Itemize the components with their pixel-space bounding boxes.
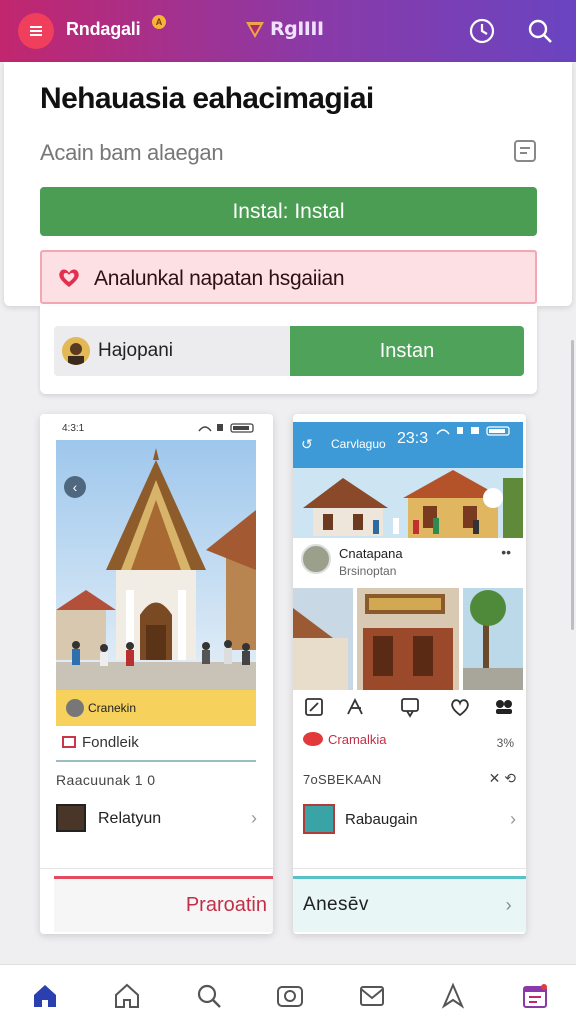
top-app-bar: Rndagali A RgIIII [0,0,576,62]
search-icon[interactable] [526,17,554,45]
home-filled-icon[interactable] [30,981,60,1011]
menu-icon [30,26,42,36]
section-label: 7oSBEKAAN [303,772,382,787]
tag-label: Fondleik [82,734,139,751]
preview-title: Carvlaguo [331,437,386,451]
status-time: 4:3:1 [62,423,85,434]
photo-grid[interactable] [293,588,523,690]
temple-photo: ‹ [56,440,256,690]
install-button[interactable]: Instal: Instal [40,187,537,236]
instan-button[interactable]: Instan [290,326,524,376]
choice-option-label: Hajopani [98,340,173,361]
section-actions-icon[interactable]: ✕ ⟲ [489,770,516,787]
alert-text: Analunkal napatan hsgaiian [94,267,345,290]
divider [56,760,256,762]
logo-text: RgIIII [270,18,324,40]
heart-icon [59,269,79,287]
install-subtitle: Acain bam alaegan [40,140,224,165]
tag-icon [303,732,323,746]
list-item[interactable]: Rabaugain › [303,804,518,836]
heart-icon[interactable] [449,696,471,718]
tag-people-icon[interactable] [345,696,367,718]
back-icon[interactable]: ↺ [301,436,313,453]
calendar-icon[interactable] [520,981,550,1011]
action-bar [293,694,523,722]
left-phone-preview[interactable]: 4:3:1 ‹ Cranekin Fondleik Raacuunak 1 0 … [40,414,273,934]
scrollbar[interactable] [571,340,574,630]
author-strip[interactable]: Cranekin [56,690,256,726]
tag-row[interactable]: Fondleik [62,734,139,751]
avatar [301,544,331,574]
status-icons [436,426,510,436]
preview-app-bar: 23:3 ↺ Carvlaguo [293,422,523,468]
status-bar: 4:3:1 [40,414,273,440]
post-subtitle: Brsinoptan [339,564,397,578]
tag-icon [62,736,76,748]
right-phone-preview[interactable]: 23:3 ↺ Carvlaguo Cnatapana Brsinoptan ••… [293,414,526,934]
app-name: Rndagali [66,19,141,39]
divider [293,868,526,869]
logo: RgIIII [244,18,324,40]
tag-row[interactable]: Cramalkia [303,732,387,747]
chevron-right-icon: › [510,809,516,829]
list-item[interactable]: Relatyun › [56,804,261,834]
list-thumbnail [56,804,86,832]
back-button[interactable]: ‹ [64,476,86,498]
hero-photo [293,468,523,538]
list-item-label: Relatyun [98,810,162,827]
app-badge: A [152,15,166,29]
chevron-right-icon: › [505,895,512,915]
save-icon[interactable] [512,138,538,164]
post-header[interactable]: Cnatapana Brsinoptan •• [301,544,521,584]
author-name: Cranekin [88,701,137,715]
post-author: Cnatapana [339,546,403,561]
avatar [62,337,90,365]
praroatin-button[interactable]: Praroatin [54,876,273,932]
refresh-icon[interactable] [468,17,496,45]
send-icon[interactable] [438,981,468,1011]
install-title: Nehauasia eahacimagiai [40,82,374,115]
tag-label: Cramalkia [328,732,387,747]
camera-icon[interactable] [275,981,305,1011]
choice-option-button[interactable]: Hajopani [54,326,290,376]
avatar [66,699,84,717]
anesev-button[interactable]: Anesēv › [293,876,526,932]
divider [40,868,273,869]
comment-icon[interactable] [399,696,421,718]
people-icon[interactable] [493,696,515,718]
edit-icon[interactable] [303,696,325,718]
status-time: 23:3 [397,430,429,447]
cta-label: Anesēv [303,894,369,915]
status-icons [198,423,254,433]
more-icon[interactable]: •• [501,544,511,560]
menu-button[interactable] [18,13,54,49]
list-thumbnail [303,804,335,834]
mail-icon[interactable] [357,981,387,1011]
logo-mark-icon [246,22,264,38]
section-label: Raacuunak 1 0 [56,772,156,788]
tag-count: 3% [496,736,514,750]
search-icon[interactable] [194,981,224,1011]
alert-banner: Analunkal napatan hsgaiian [40,250,537,304]
list-item-label: Rabaugain [345,811,418,828]
choice-card: Hajopani Instan [40,306,537,394]
home-icon[interactable] [112,981,142,1011]
bottom-nav [0,964,576,1024]
chevron-right-icon: › [251,808,257,828]
